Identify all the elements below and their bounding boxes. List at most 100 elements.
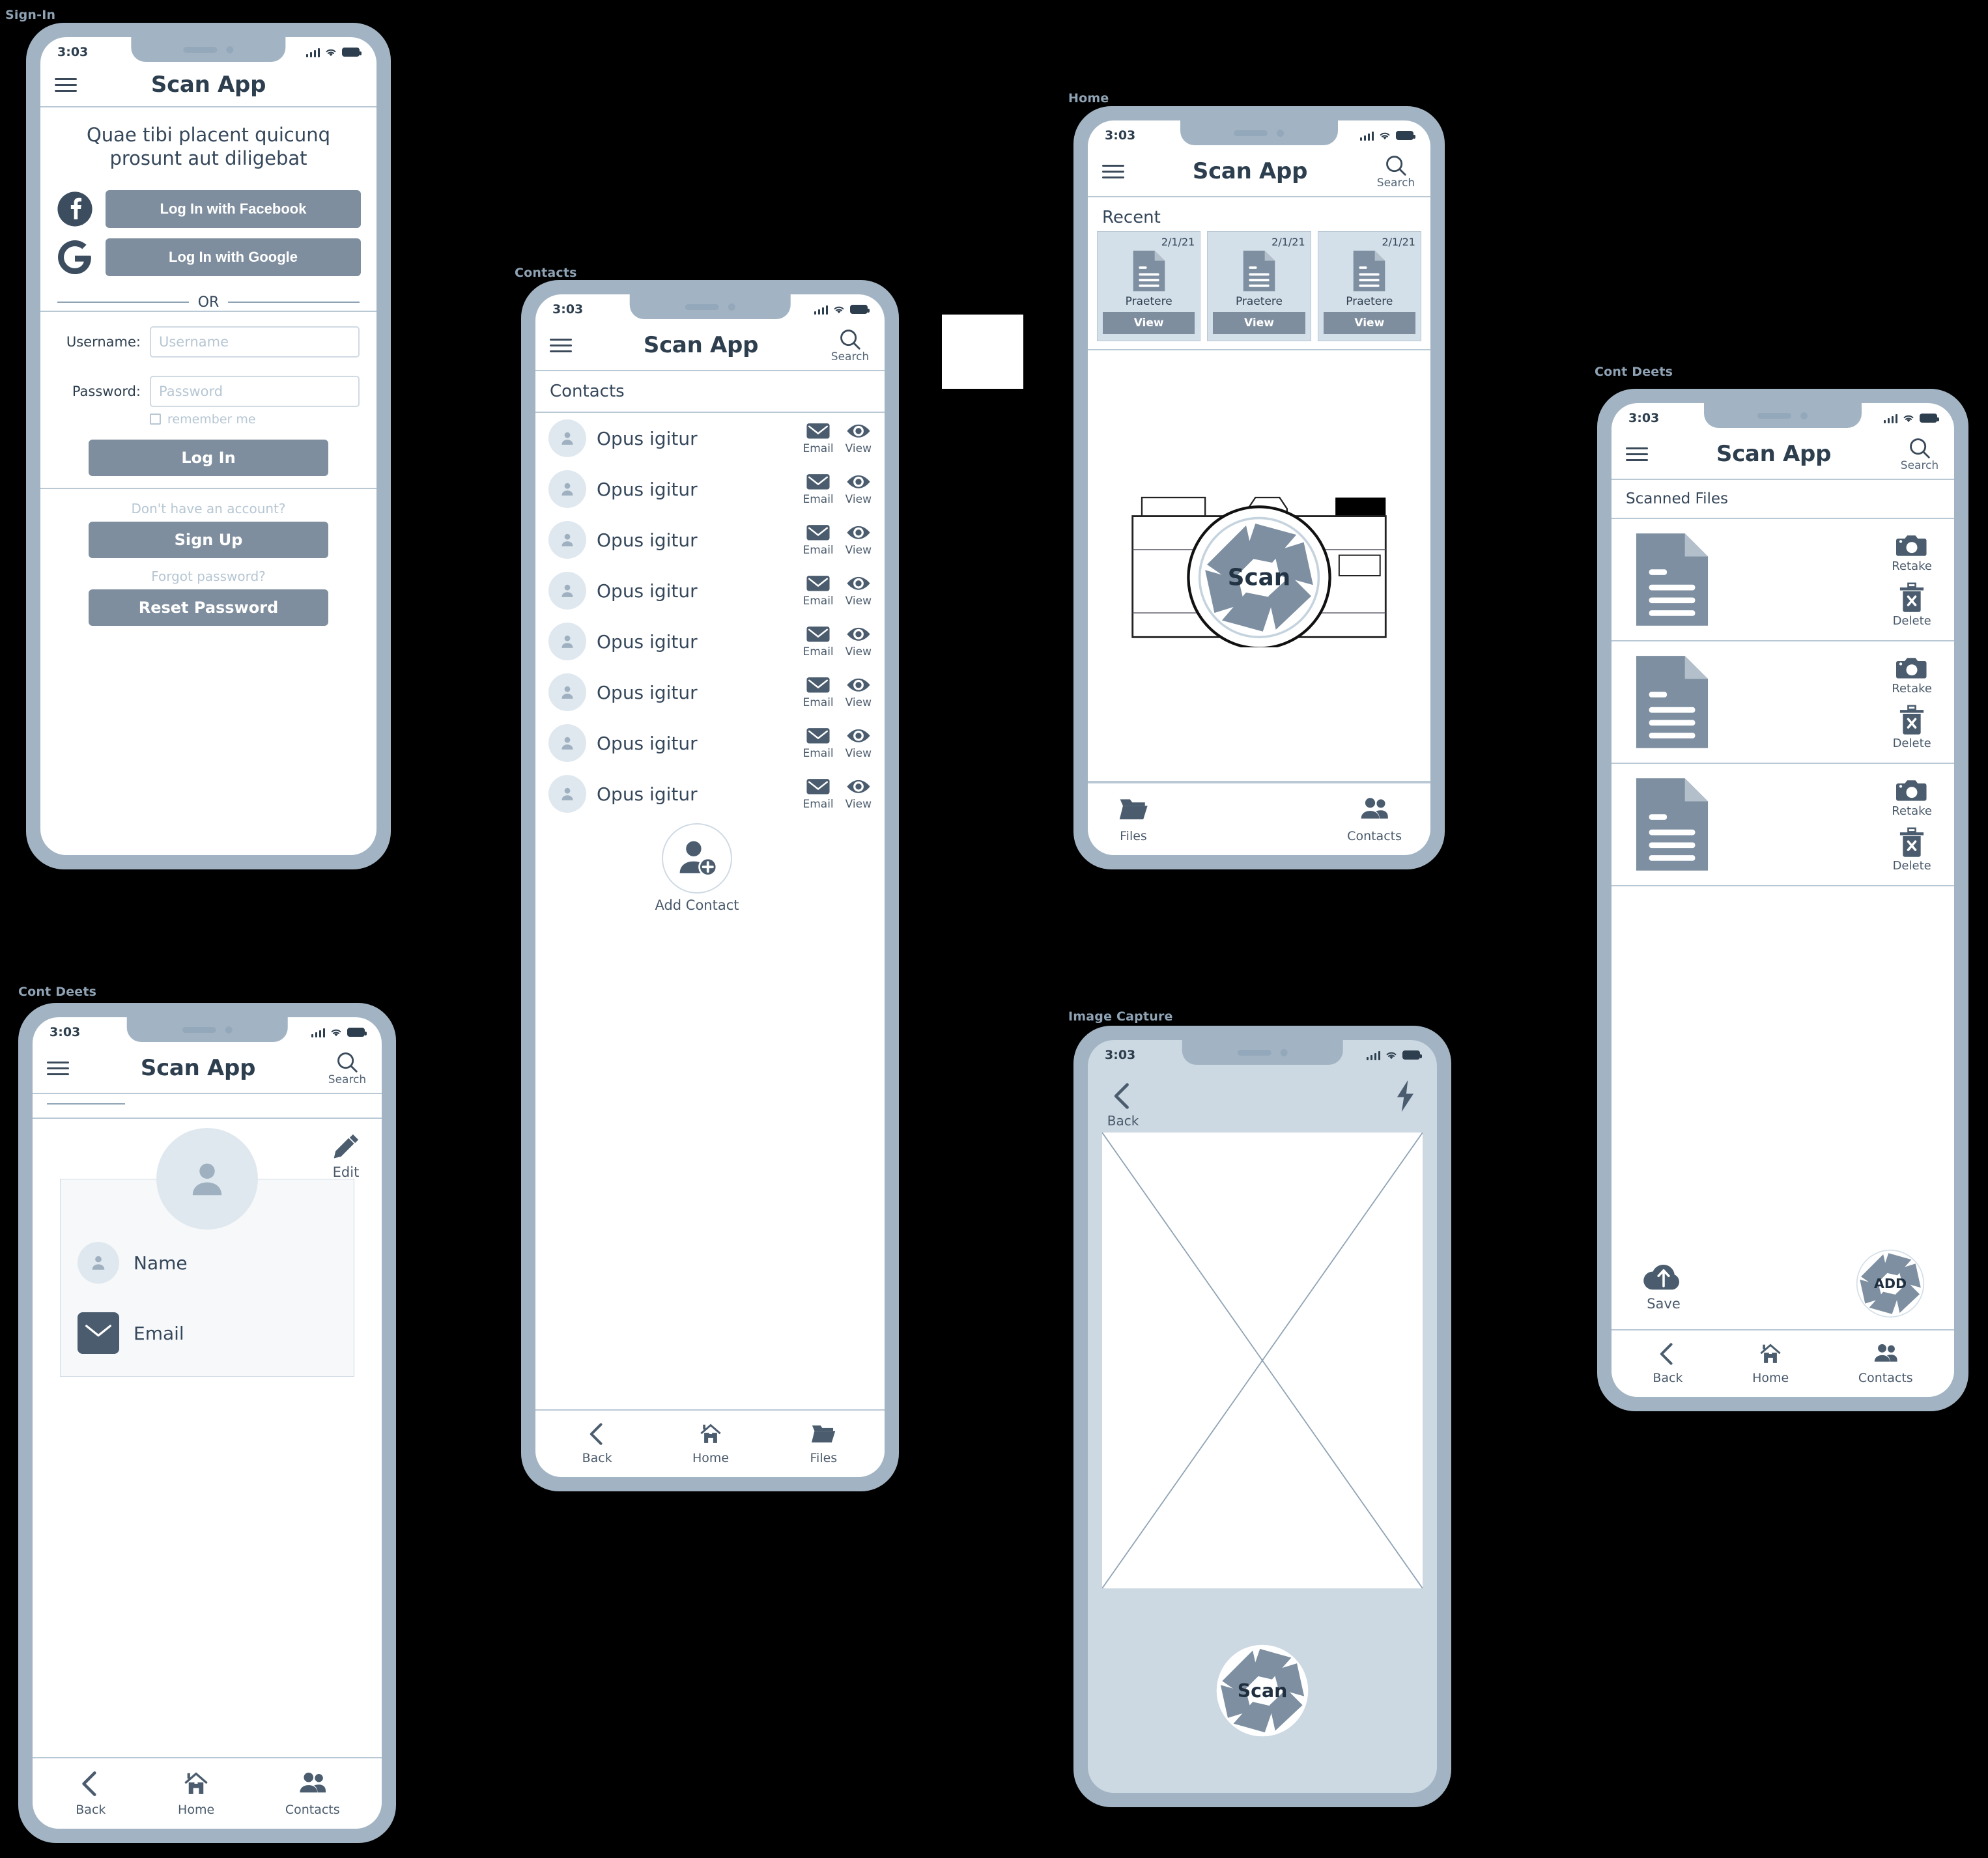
scanned-file-row[interactable]: Retake Delete: [1612, 764, 1954, 886]
app-header: Scan App Search: [535, 324, 885, 371]
email-contact-button[interactable]: Email: [802, 625, 834, 658]
view-contact-button[interactable]: View: [845, 625, 872, 658]
view-document-button[interactable]: View: [1213, 312, 1305, 335]
hamburger-menu-icon[interactable]: [47, 1058, 69, 1079]
facebook-logo-icon[interactable]: [56, 190, 94, 228]
contact-list-item[interactable]: Opus igitur Email View: [535, 667, 885, 718]
view-document-button[interactable]: View: [1103, 312, 1195, 335]
save-button[interactable]: Save: [1640, 1256, 1687, 1312]
retake-button[interactable]: Retake: [1892, 654, 1932, 696]
contact-email-field[interactable]: Email: [78, 1312, 337, 1354]
capture-shutter-area: Scan: [1088, 1588, 1437, 1793]
eye-icon: [847, 729, 870, 742]
edit-button[interactable]: Edit: [330, 1131, 362, 1180]
or-label: OR: [197, 294, 220, 311]
nav-contacts[interactable]: Contacts: [1858, 1340, 1913, 1385]
image-placeholder-crossed-box: [1101, 1132, 1423, 1589]
remember-me-row[interactable]: remember me: [40, 407, 376, 427]
remember-me-checkbox[interactable]: [150, 414, 161, 425]
contact-list-item[interactable]: Opus igitur Email View: [535, 514, 885, 565]
contact-list-item[interactable]: Opus igitur Email View: [535, 768, 885, 819]
hamburger-menu-icon[interactable]: [550, 335, 572, 356]
facebook-login-button[interactable]: Log In with Facebook: [106, 190, 361, 228]
google-logo-icon[interactable]: [56, 238, 94, 276]
login-button[interactable]: Log In: [89, 439, 328, 476]
nav-back[interactable]: Back: [582, 1420, 612, 1465]
hamburger-menu-icon[interactable]: [55, 74, 77, 96]
retake-button[interactable]: Retake: [1892, 776, 1932, 818]
email-contact-button[interactable]: Email: [802, 523, 834, 557]
home-icon: [184, 1772, 208, 1794]
envelope-icon: [806, 728, 830, 744]
trash-x-icon: [1900, 705, 1924, 735]
search-button[interactable]: Search: [1376, 153, 1416, 190]
signup-button[interactable]: Sign Up: [89, 521, 328, 558]
nav-contacts[interactable]: Contacts: [1347, 793, 1402, 843]
contact-name: Opus igitur: [597, 478, 698, 500]
hamburger-menu-icon[interactable]: [1102, 161, 1124, 182]
nav-home[interactable]: Home: [692, 1420, 729, 1465]
nav-back[interactable]: Back: [74, 1767, 107, 1817]
email-contact-button[interactable]: Email: [802, 421, 834, 455]
nav-contacts[interactable]: Contacts: [285, 1767, 340, 1817]
nav-contacts-label: Contacts: [1858, 1371, 1913, 1385]
status-bar: 3:03: [40, 37, 376, 67]
scan-shutter-button[interactable]: Scan: [1214, 1642, 1311, 1739]
nav-files[interactable]: Files: [1116, 793, 1150, 843]
screen-scanned-files: 3:03 Scan App Search Scanned Files Retak…: [1612, 403, 1954, 1397]
reset-password-button[interactable]: Reset Password: [89, 589, 328, 626]
email-contact-button[interactable]: Email: [802, 675, 834, 709]
view-contact-button[interactable]: View: [845, 726, 872, 760]
search-button[interactable]: Search: [327, 1050, 367, 1086]
delete-button[interactable]: Delete: [1893, 827, 1931, 873]
username-input[interactable]: [150, 326, 360, 358]
contact-name-field[interactable]: Name: [78, 1242, 337, 1284]
nav-files[interactable]: Files: [809, 1420, 838, 1465]
google-login-button[interactable]: Log In with Google: [106, 238, 361, 276]
nav-home[interactable]: Home: [178, 1767, 214, 1817]
password-input[interactable]: [150, 375, 360, 407]
add-contact-button[interactable]: Add Contact: [535, 823, 885, 913]
search-button[interactable]: Search: [830, 327, 870, 363]
flash-toggle-button[interactable]: [1391, 1079, 1419, 1116]
avatar: [548, 470, 586, 508]
save-and-add-bar: Save ADD: [1612, 1239, 1954, 1329]
recent-document-card[interactable]: 2/1/21 Praetere View: [1097, 231, 1201, 342]
view-contact-button[interactable]: View: [845, 523, 872, 557]
camera-shutter-icon: Scan: [1216, 1644, 1309, 1737]
nav-home[interactable]: Home: [1752, 1340, 1789, 1385]
cellular-signal-icon: [305, 48, 320, 57]
contact-list-item[interactable]: Opus igitur Email View: [535, 616, 885, 667]
view-contact-button[interactable]: View: [845, 574, 872, 608]
contact-list-item[interactable]: Opus igitur Email View: [535, 464, 885, 514]
frame-label-signin: Sign-In: [5, 8, 56, 22]
email-contact-button[interactable]: Email: [802, 472, 834, 506]
svg-text:ADD: ADD: [1874, 1276, 1907, 1291]
frame-label-files: Cont Deets: [1595, 365, 1673, 379]
view-contact-button[interactable]: View: [845, 421, 872, 455]
contact-list-item[interactable]: Opus igitur Email View: [535, 565, 885, 616]
view-contact-button[interactable]: View: [845, 675, 872, 709]
add-scan-button[interactable]: ADD: [1855, 1248, 1925, 1319]
contact-list-item[interactable]: Opus igitur Email View: [535, 413, 885, 464]
recent-document-card[interactable]: 2/1/21 Praetere View: [1317, 231, 1421, 342]
view-contact-button[interactable]: View: [845, 777, 872, 811]
delete-button[interactable]: Delete: [1893, 705, 1931, 750]
nav-back[interactable]: Back: [1653, 1340, 1683, 1385]
recent-document-card[interactable]: 2/1/21 Praetere View: [1207, 231, 1311, 342]
delete-button[interactable]: Delete: [1893, 582, 1931, 628]
scanned-file-row[interactable]: Retake Delete: [1612, 641, 1954, 764]
email-contact-button[interactable]: Email: [802, 777, 834, 811]
scanned-file-row[interactable]: Retake Delete: [1612, 519, 1954, 641]
email-contact-button[interactable]: Email: [802, 726, 834, 760]
view-document-button[interactable]: View: [1323, 312, 1415, 335]
camera-scan-area[interactable]: Scan: [1088, 349, 1430, 782]
contact-list-item[interactable]: Opus igitur Email View: [535, 718, 885, 768]
hamburger-menu-icon[interactable]: [1626, 443, 1648, 465]
capture-back-button[interactable]: Back: [1106, 1079, 1140, 1129]
view-contact-button[interactable]: View: [845, 472, 872, 506]
search-button[interactable]: Search: [1899, 436, 1940, 472]
email-contact-button[interactable]: Email: [802, 574, 834, 608]
capture-toolbar: Back: [1088, 1070, 1437, 1133]
retake-button[interactable]: Retake: [1892, 531, 1932, 573]
